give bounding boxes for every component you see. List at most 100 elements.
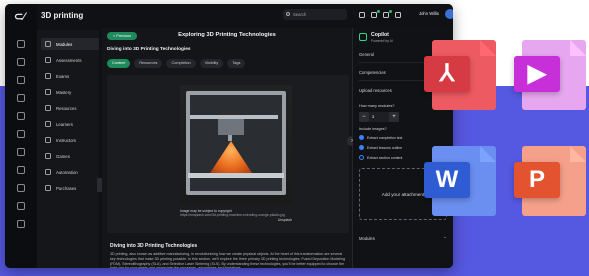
rail-chart-icon[interactable] — [17, 76, 25, 84]
modules-stepper[interactable]: − 3 + — [359, 112, 399, 122]
sidebar-item-purchases[interactable]: Purchases — [41, 182, 99, 194]
tab-tags[interactable]: Tags — [227, 59, 246, 68]
option-label: Extract completion text — [367, 135, 403, 140]
tab-completion[interactable]: Completion — [166, 59, 196, 68]
caption-source: Unsplash — [277, 217, 292, 222]
learners-icon — [45, 121, 51, 127]
printer-image — [180, 85, 292, 205]
radio-selected-icon[interactable] — [359, 135, 364, 140]
tab-content[interactable]: Content — [107, 59, 131, 68]
sidebar-item-label: Modules — [56, 41, 73, 47]
sidebar-item-resources[interactable]: Resources — [41, 102, 99, 114]
tab-visibility[interactable]: Visibility — [199, 59, 224, 68]
printer-bed — [188, 173, 284, 178]
copilot-subtitle: Powered by AI — [371, 39, 393, 43]
avatar[interactable] — [445, 9, 453, 19]
settings-icon[interactable] — [395, 12, 401, 18]
option-label: Extract section content — [367, 155, 403, 160]
sidebar-item-modules[interactable]: Modules — [41, 38, 99, 50]
app-window: ⊂⁄ 3D printing Search John Willis Module… — [5, 4, 453, 268]
option-row[interactable]: Extract section content — [359, 155, 402, 160]
sidebar-item-label: Assessments — [56, 57, 82, 63]
rail-folder-icon[interactable] — [17, 148, 25, 156]
sidebar-item-label: Instructors — [56, 137, 77, 143]
instructors-icon — [45, 137, 51, 143]
rail-chat-icon[interactable] — [17, 130, 25, 138]
user-name[interactable]: John Willis — [419, 11, 439, 16]
sidebar-item-label: Games — [56, 153, 70, 159]
word-badge: W — [424, 162, 470, 198]
powerpoint-badge: P — [514, 162, 560, 198]
icon-rail: ⊂⁄ — [5, 4, 37, 268]
search-icon — [286, 12, 290, 16]
rail-star-icon[interactable] — [17, 166, 25, 174]
pdf-file-icon: ⅄ — [424, 40, 496, 110]
rail-help-icon[interactable] — [17, 220, 25, 228]
previous-button[interactable]: < Previous — [107, 32, 137, 40]
page-title: Exploring 3D Printing Technologies — [178, 32, 276, 38]
tab-resources[interactable]: Resources — [134, 59, 163, 68]
rail-bell-icon[interactable] — [17, 184, 25, 192]
rail-home-icon[interactable] — [17, 40, 25, 48]
images-question: Include images? — [359, 127, 387, 131]
option-row[interactable]: Extract completion text — [359, 135, 402, 140]
increment-button[interactable]: + — [389, 112, 399, 122]
notification-icon[interactable] — [371, 12, 377, 18]
pdf-badge: ⅄ — [424, 56, 470, 92]
image-caption: Image may be subject to copyright https:… — [180, 209, 292, 222]
sidebar-item-label: Purchases — [56, 185, 77, 191]
sidebar-item-automation[interactable]: Automation — [41, 166, 99, 178]
logo-icon: ⊂⁄ — [14, 11, 26, 23]
radio-selected-icon[interactable] — [359, 145, 364, 150]
module-title: Diving into 3D Printing Technologies — [107, 47, 191, 52]
sidebar-item-label: Resources — [56, 105, 77, 111]
sidebar-item-learners[interactable]: Learners — [41, 118, 99, 130]
brand-name: 3D printing — [41, 11, 84, 20]
purchases-icon — [45, 185, 51, 191]
sidebar-item-assessments[interactable]: Assessments — [41, 54, 99, 66]
copilot-icon — [359, 33, 367, 41]
sidebar-item-instructors[interactable]: Instructors — [41, 134, 99, 146]
modules-value[interactable]: 3 — [369, 112, 389, 122]
content-card: Image may be subject to copyright https:… — [107, 75, 349, 233]
sidebar-item-label: Exams — [56, 73, 70, 79]
video-badge: ▶ — [514, 56, 560, 92]
modules-question: How many modules? — [359, 104, 395, 108]
sidebar-item-exams[interactable]: Exams — [41, 70, 99, 82]
decrement-button[interactable]: − — [359, 112, 369, 122]
modules-footer[interactable]: Modules — [359, 236, 375, 241]
assessments-icon — [45, 57, 51, 63]
option-label: Extract lessons outline — [367, 145, 403, 150]
message-dot — [389, 10, 392, 13]
printer-nozzle — [228, 135, 232, 141]
sidebar-item-mastery[interactable]: Mastery — [41, 86, 99, 98]
message-icon[interactable] — [383, 12, 389, 18]
mastery-icon — [45, 89, 51, 95]
sidebar-item-label: Automation — [56, 169, 78, 175]
powerpoint-file-icon: P — [514, 146, 586, 216]
sidebar-item-label: Mastery — [56, 89, 72, 95]
sidebar-item-games[interactable]: Games — [41, 150, 99, 162]
modules-icon — [45, 41, 51, 47]
chevron-down-icon[interactable]: ⌄ — [443, 234, 447, 240]
copilot-title: Copilot — [371, 32, 389, 38]
rail-book-icon[interactable] — [17, 58, 25, 66]
tab-bar: Content Resources Completion Visibility … — [107, 59, 246, 68]
radio-unselected-icon[interactable] — [359, 155, 364, 160]
body-text: 3D printing, also known as additive manu… — [110, 252, 346, 268]
option-row[interactable]: Extract lessons outline — [359, 145, 402, 150]
search-input[interactable]: Search — [283, 9, 347, 20]
sidebar: Modules Assessments Exams Mastery Resour… — [37, 30, 99, 268]
printer-frame — [186, 91, 286, 195]
word-file-icon: W — [424, 146, 496, 216]
rail-settings-icon[interactable] — [17, 202, 25, 210]
notification-dot — [377, 10, 380, 13]
body-heading: Diving into 3D Printing Technologies — [110, 243, 198, 249]
rail-users-icon[interactable] — [17, 94, 25, 102]
rail-calendar-icon[interactable] — [17, 112, 25, 120]
automation-icon — [45, 169, 51, 175]
main-content: Exploring 3D Printing Technologies < Pre… — [102, 28, 352, 268]
sidebar-item-label: Learners — [56, 121, 73, 127]
grid-icon[interactable] — [359, 12, 365, 18]
caption-url[interactable]: https://unsplash.com/3d-printing-machine… — [180, 213, 292, 217]
